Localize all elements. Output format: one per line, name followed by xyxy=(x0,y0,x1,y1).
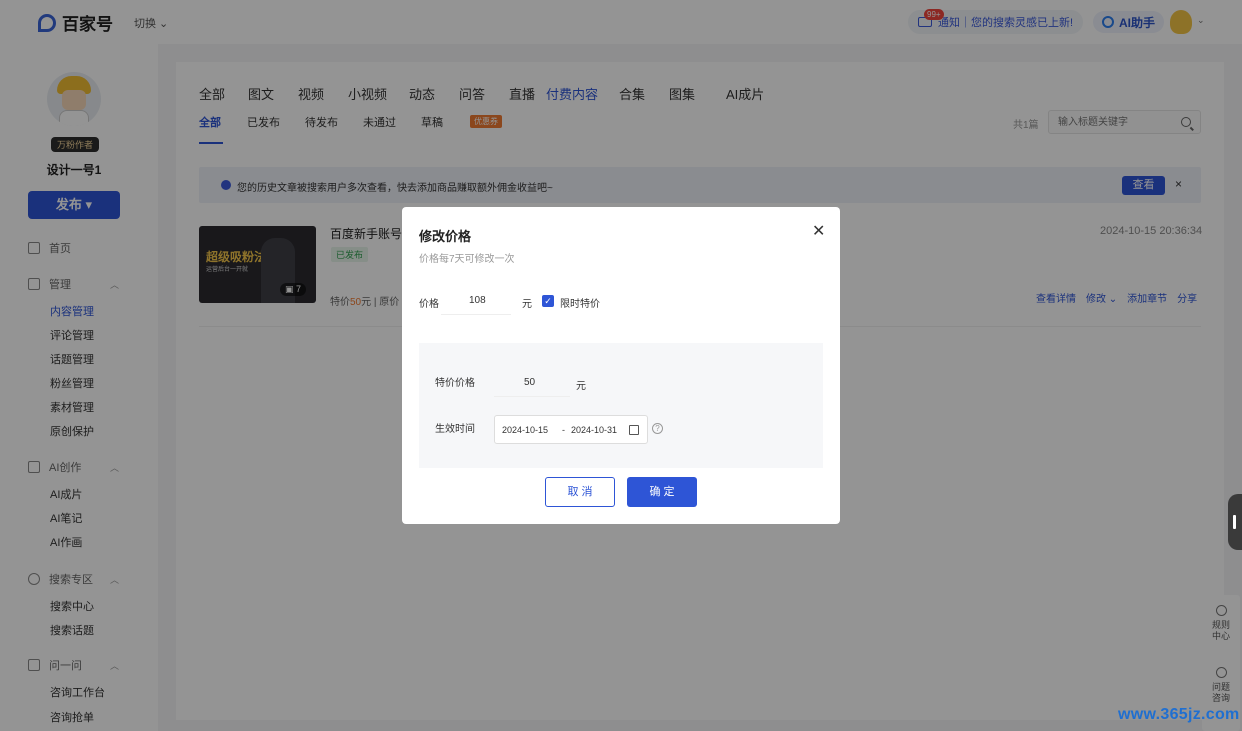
special-price-input[interactable] xyxy=(494,369,570,397)
close-icon[interactable]: ✕ xyxy=(812,221,825,241)
limited-label: 限时特价 xyxy=(560,299,600,310)
date-range-picker[interactable]: 2024-10-15 - 2024-10-31 xyxy=(494,415,648,444)
price-input[interactable] xyxy=(441,287,511,315)
effective-time-label: 生效时间 xyxy=(435,424,475,435)
confirm-button[interactable]: 确 定 xyxy=(627,477,697,507)
watermark: www.365jz.com xyxy=(1118,706,1240,723)
date-start: 2024-10-15 xyxy=(502,425,549,435)
dialog-subtitle: 价格每7天可修改一次 xyxy=(419,254,515,265)
dialog-title: 修改价格 xyxy=(419,229,472,244)
special-price-panel xyxy=(419,343,823,468)
price-unit: 元 xyxy=(522,299,532,310)
date-separator: - xyxy=(562,425,565,435)
cancel-button[interactable]: 取 消 xyxy=(545,477,615,507)
special-price-label: 特价价格 xyxy=(435,378,475,389)
date-end: 2024-10-31 xyxy=(571,425,618,435)
edit-price-dialog: 修改价格 价格每7天可修改一次 ✕ 价格 元 ✓ 限时特价 特价价格 元 生效时… xyxy=(402,207,840,524)
help-icon[interactable]: ? xyxy=(652,423,663,434)
limited-checkbox[interactable]: ✓ xyxy=(542,295,554,307)
side-scroll-handle[interactable] xyxy=(1228,494,1242,550)
price-label: 价格 xyxy=(419,299,439,310)
calendar-icon[interactable] xyxy=(629,425,639,435)
special-price-unit: 元 xyxy=(576,381,586,392)
